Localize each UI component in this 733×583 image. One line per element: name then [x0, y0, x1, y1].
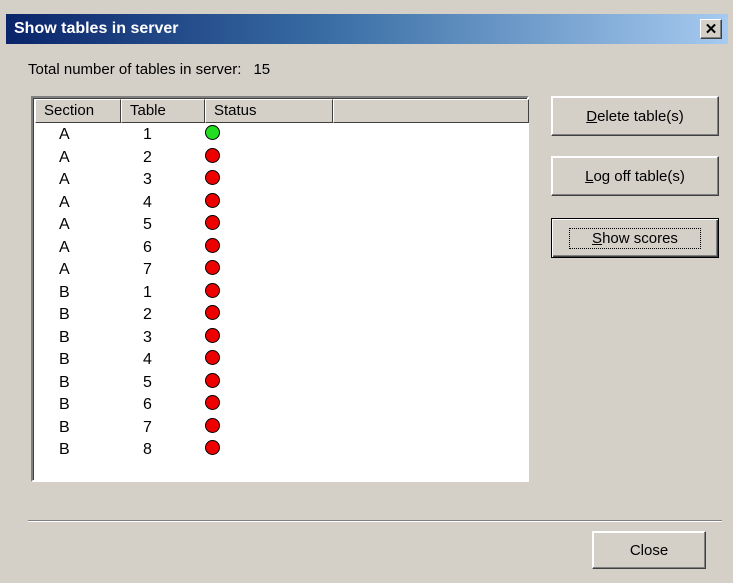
status-dot-icon [205, 147, 220, 163]
table-row[interactable]: B1 [35, 282, 525, 305]
status-dot-icon [205, 417, 220, 433]
table-row[interactable]: A6 [35, 237, 525, 260]
table-row[interactable]: B4 [35, 349, 525, 372]
table-row[interactable]: A4 [35, 192, 525, 215]
section-cell: A [59, 216, 70, 234]
table-cell: 6 [143, 238, 152, 256]
status-dot-icon [205, 372, 220, 388]
status-cell [205, 282, 333, 303]
table-row[interactable]: A5 [35, 214, 525, 237]
section-cell: B [59, 283, 70, 301]
table-row[interactable]: B5 [35, 372, 525, 395]
status-cell [205, 395, 333, 415]
tables-list[interactable]: Section Table Status A1A2A3A4A5A6A7B1B2B… [31, 96, 529, 482]
status-dot-icon [205, 125, 220, 141]
table-cell: 1 [143, 283, 152, 301]
column-header-status[interactable]: Status [205, 99, 333, 123]
table-cell: 2 [143, 148, 152, 166]
section-cell: B [59, 306, 70, 324]
status-dot-icon [205, 350, 220, 366]
table-cell: 6 [143, 396, 152, 414]
table-cell: 4 [143, 193, 152, 211]
section-cell: A [59, 126, 70, 144]
status-dot-icon [205, 282, 220, 298]
status-cell [205, 192, 333, 213]
table-row[interactable]: A1 [35, 124, 525, 147]
delete-accel: D [586, 107, 598, 125]
status-cell [205, 170, 333, 190]
status-dot-icon [205, 237, 220, 253]
delete-label: elete table(s) [597, 107, 684, 125]
table-cell: 7 [143, 261, 152, 279]
status-dot-icon [205, 192, 220, 208]
table-cell: 8 [143, 441, 152, 459]
status-cell [205, 327, 333, 348]
status-dot-icon [205, 395, 220, 411]
delete-tables-button[interactable]: Delete table(s) [551, 96, 719, 136]
column-header-table[interactable]: Table [121, 99, 205, 123]
table-row[interactable]: A3 [35, 169, 525, 192]
status-cell [205, 350, 333, 370]
scores-label: how scores [602, 229, 678, 247]
show-tables-dialog: Show tables in server ✕ Total number of … [0, 0, 733, 583]
section-cell: A [59, 193, 70, 211]
section-cell: A [59, 238, 70, 256]
status-cell [205, 305, 333, 325]
table-row[interactable]: B8 [35, 439, 525, 462]
status-dot-icon [205, 170, 220, 186]
section-cell: A [59, 261, 70, 279]
table-row[interactable]: B6 [35, 394, 525, 417]
section-cell: B [59, 441, 70, 459]
window-title: Show tables in server [14, 20, 179, 37]
close-icon[interactable]: ✕ [700, 19, 722, 39]
log-off-tables-button[interactable]: Log off table(s) [551, 156, 719, 196]
table-row[interactable]: B2 [35, 304, 525, 327]
status-dot-icon [205, 327, 220, 343]
table-row[interactable]: B7 [35, 417, 525, 440]
section-cell: B [59, 396, 70, 414]
title-bar: Show tables in server ✕ [6, 14, 728, 44]
status-cell [205, 417, 333, 438]
total-tables-label: Total number of tables in server: 15 [28, 61, 270, 78]
logoff-label: og off table(s) [593, 167, 685, 185]
status-dot-icon [205, 260, 220, 276]
table-cell: 4 [143, 351, 152, 369]
status-dot-icon [205, 305, 220, 321]
table-cell: 5 [143, 216, 152, 234]
table-cell: 3 [143, 328, 152, 346]
status-dot-icon [205, 215, 220, 231]
section-cell: B [59, 418, 70, 436]
list-body: A1A2A3A4A5A6A7B1B2B3B4B5B6B7B8 [35, 124, 525, 462]
status-cell [205, 125, 333, 145]
section-cell: A [59, 171, 70, 189]
close-button[interactable]: Close [592, 531, 706, 569]
column-header-section[interactable]: Section [35, 99, 121, 123]
status-cell [205, 215, 333, 235]
section-cell: B [59, 351, 70, 369]
status-cell [205, 237, 333, 258]
table-row[interactable]: B3 [35, 327, 525, 350]
scores-accel: S [592, 229, 603, 247]
status-cell [205, 440, 333, 460]
show-scores-button[interactable]: Show scores [551, 218, 719, 258]
table-cell: 5 [143, 373, 152, 391]
status-cell [205, 260, 333, 280]
status-dot-icon [205, 440, 220, 456]
list-header: Section Table Status [35, 99, 529, 123]
section-cell: A [59, 148, 70, 166]
table-cell: 1 [143, 126, 152, 144]
status-cell [205, 147, 333, 168]
table-cell: 2 [143, 306, 152, 324]
separator [28, 520, 722, 522]
section-cell: B [59, 373, 70, 391]
table-row[interactable]: A2 [35, 147, 525, 170]
table-row[interactable]: A7 [35, 259, 525, 282]
table-cell: 3 [143, 171, 152, 189]
total-tables-count: 15 [253, 61, 271, 78]
table-cell: 7 [143, 418, 152, 436]
section-cell: B [59, 328, 70, 346]
column-header-empty[interactable] [333, 99, 529, 123]
status-cell [205, 372, 333, 393]
total-tables-text: Total number of tables in server: [28, 61, 242, 78]
